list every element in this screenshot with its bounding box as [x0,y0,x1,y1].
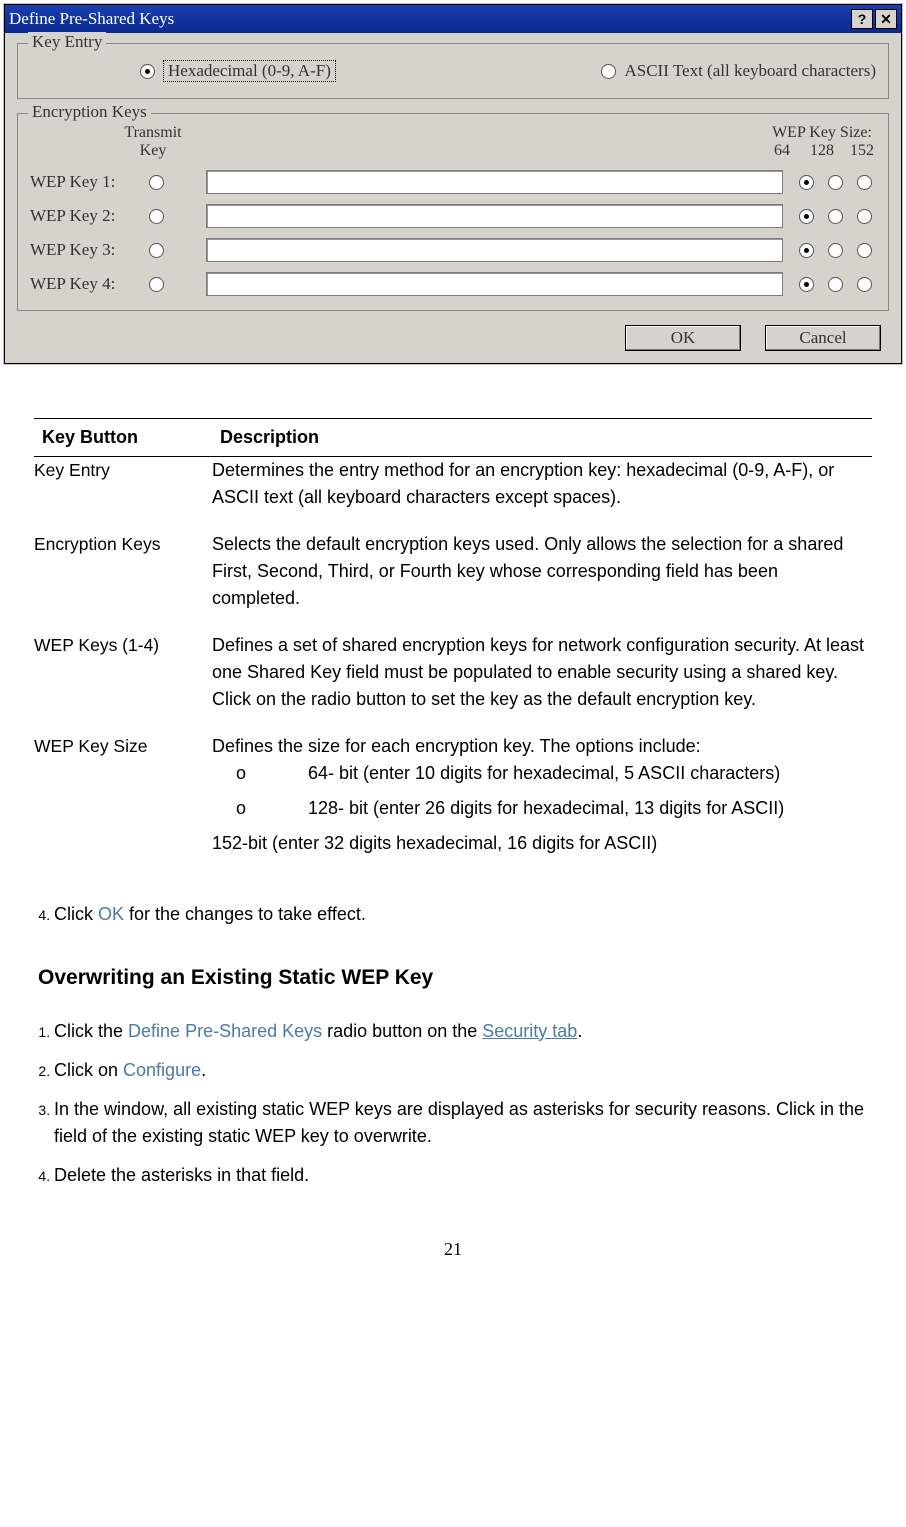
dialog-title: Define Pre-Shared Keys [9,9,849,29]
radio-ascii[interactable] [601,64,616,79]
transmit-key-2-radio[interactable] [149,209,164,224]
wep-key-3-size-128[interactable] [828,243,843,258]
ok-button[interactable]: OK [625,325,741,351]
wep-key-3-size-152[interactable] [857,243,872,258]
th-description: Description [212,419,872,457]
wep-key-2-size-64[interactable] [799,209,814,224]
wep-key-2-size-128[interactable] [828,209,843,224]
table-row: Encryption Keys Selects the default encr… [34,531,872,632]
wep-key-3-input[interactable] [206,238,783,262]
wep-key-1-label: WEP Key 1: [30,172,130,192]
wep-key-4-size-128[interactable] [828,277,843,292]
wep-key-row-3: WEP Key 3: [30,238,876,262]
wep-key-4-size-64[interactable] [799,277,814,292]
wep-key-1-size-64[interactable] [799,175,814,190]
ow-step-4: Delete the asterisks in that field. [54,1156,872,1195]
th-key-button: Key Button [34,419,212,457]
wep-key-2-size-152[interactable] [857,209,872,224]
wep-key-4-input[interactable] [206,272,783,296]
row-wep-keys-label: WEP Keys (1-4) [34,632,212,733]
key-entry-group: Key Entry Hexadecimal (0-9, A-F) ASCII T… [17,43,889,99]
key-entry-legend: Key Entry [28,32,106,52]
cancel-button[interactable]: Cancel [765,325,881,351]
wep-key-row-4: WEP Key 4: [30,272,876,296]
step-4: Click OK for the changes to take effect. [54,895,872,934]
define-psk-link: Define Pre-Shared Keys [128,1021,322,1041]
close-button[interactable]: ✕ [875,9,897,29]
row-encryption-keys-desc: Selects the default encryption keys used… [212,531,872,632]
ow-step-3: In the window, all existing static WEP k… [54,1090,872,1156]
section-heading: Overwriting an Existing Static WEP Key [34,962,872,994]
document-body: Key Button Description Key Entry Determi… [0,364,906,1195]
page-number: 21 [0,1213,906,1270]
table-row: WEP Keys (1-4) Defines a set of shared e… [34,632,872,733]
define-psk-dialog: Define Pre-Shared Keys ? ✕ Key Entry Hex… [4,4,902,364]
wep-key-4-size-152[interactable] [857,277,872,292]
radio-hexadecimal[interactable] [140,64,155,79]
wep-key-4-label: WEP Key 4: [30,274,130,294]
wep-key-3-size-64[interactable] [799,243,814,258]
wep-key-2-input[interactable] [206,204,783,228]
transmit-key-1-radio[interactable] [149,175,164,190]
wep-key-3-label: WEP Key 3: [30,240,130,260]
ascii-label: ASCII Text (all keyboard characters) [624,61,876,81]
ow-step-2: Click on Configure. [54,1051,872,1090]
security-tab-link[interactable]: Security tab [482,1021,577,1041]
row-wep-keys-desc: Defines a set of shared encryption keys … [212,632,872,733]
overwrite-steps: Click the Define Pre-Shared Keys radio b… [34,1012,872,1195]
table-row: Key Entry Determines the entry method fo… [34,457,872,532]
transmit-key-3-radio[interactable] [149,243,164,258]
row-key-entry-desc: Determines the entry method for an encry… [212,457,872,532]
row-wep-key-size-label: WEP Key Size [34,733,212,877]
table-row: WEP Key Size Defines the size for each e… [34,733,872,877]
wep-key-2-label: WEP Key 2: [30,206,130,226]
wep-key-row-2: WEP Key 2: [30,204,876,228]
wep-key-1-size-152[interactable] [857,175,872,190]
ok-link: OK [98,904,124,924]
row-encryption-keys-label: Encryption Keys [34,531,212,632]
wep-key-size-header: WEP Key Size: 64 128 152 [768,124,876,160]
wep-key-1-size-128[interactable] [828,175,843,190]
encryption-keys-legend: Encryption Keys [28,102,151,122]
description-table: Key Button Description Key Entry Determi… [34,418,872,877]
help-button[interactable]: ? [851,9,873,29]
row-wep-key-size-desc: Defines the size for each encryption key… [212,733,872,877]
step-list-top: Click OK for the changes to take effect. [34,895,872,934]
wep-key-1-input[interactable] [206,170,783,194]
transmit-key-header: Transmit Key [110,124,196,160]
row-key-entry-label: Key Entry [34,457,212,532]
hexadecimal-label: Hexadecimal (0-9, A-F) [163,60,336,82]
ow-step-1: Click the Define Pre-Shared Keys radio b… [54,1012,872,1051]
encryption-keys-group: Encryption Keys Transmit Key WEP Key Siz… [17,113,889,311]
wep-key-row-1: WEP Key 1: [30,170,876,194]
transmit-key-4-radio[interactable] [149,277,164,292]
configure-link: Configure [123,1060,201,1080]
titlebar[interactable]: Define Pre-Shared Keys ? ✕ [5,5,901,33]
